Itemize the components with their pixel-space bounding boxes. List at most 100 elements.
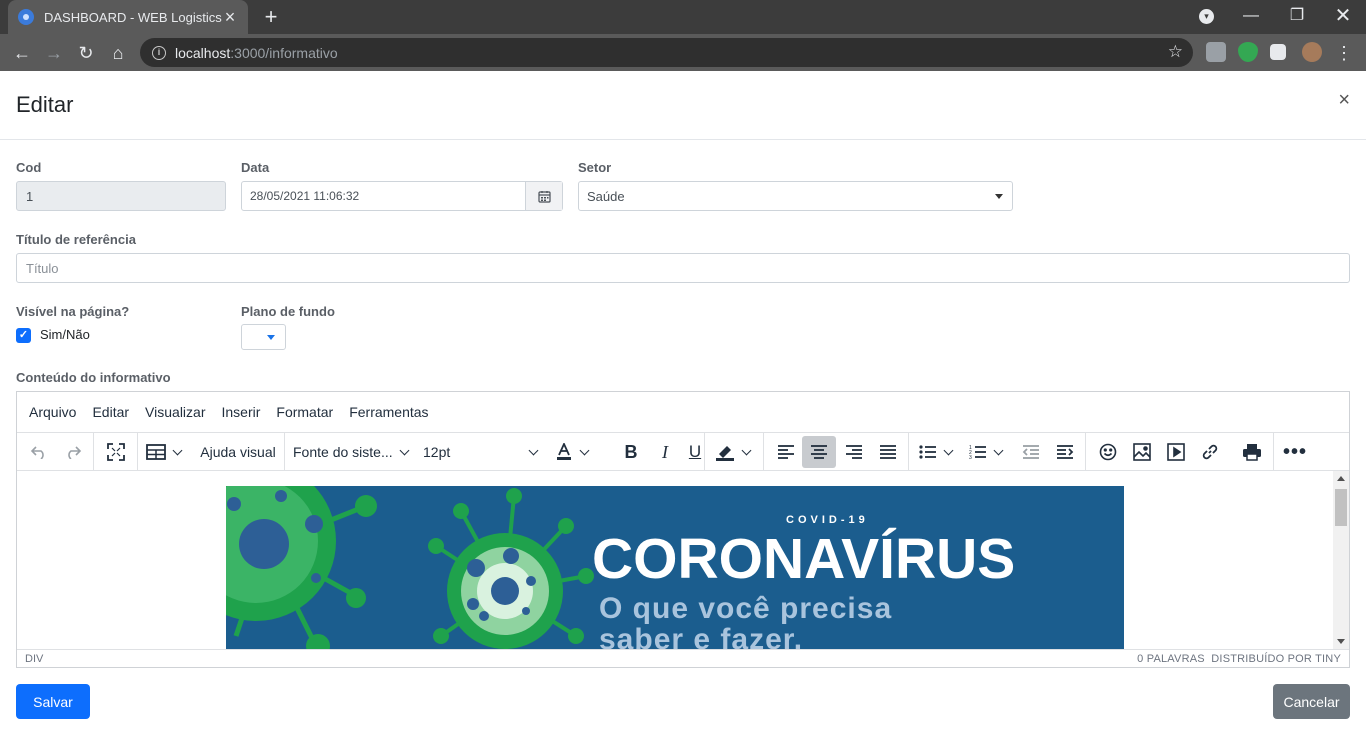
setor-value: Saúde — [587, 188, 625, 204]
date-field[interactable]: 28/05/2021 11:06:32 — [241, 181, 563, 211]
menu-editar[interactable]: Editar — [92, 404, 129, 420]
editor-content[interactable]: COVID-19 CORONAVÍRUS O que você precisa … — [17, 471, 1334, 649]
undo-icon[interactable] — [25, 436, 53, 468]
align-right-icon[interactable] — [840, 436, 868, 468]
shield-extension-icon[interactable] — [1238, 42, 1258, 62]
chevron-down-icon — [528, 445, 539, 455]
underline-icon[interactable]: U — [685, 436, 705, 468]
cod-label: Cod — [16, 160, 42, 175]
calendar-icon — [537, 190, 551, 203]
word-count-branding: 0 PALAVRAS DISTRIBUÍDO POR TINY — [1137, 653, 1341, 665]
banner-subtitle-2: saber e fazer. — [599, 623, 803, 649]
window-close-icon[interactable]: ✕ — [1320, 0, 1366, 34]
banner-headline: CORONAVÍRUS — [592, 527, 1015, 591]
align-left-icon[interactable] — [772, 436, 800, 468]
table-button[interactable] — [146, 436, 186, 468]
background-color-picker[interactable] — [241, 324, 286, 350]
url-path: :3000/informativo — [230, 44, 338, 61]
address-bar[interactable]: i localhost:3000/informativo ☆ — [140, 38, 1193, 67]
visual-aid-button[interactable]: Ajuda visual — [197, 436, 279, 468]
chevron-down-icon — [993, 445, 1004, 455]
link-icon[interactable] — [1196, 436, 1224, 468]
tab-close-icon[interactable]: × — [222, 8, 238, 26]
bookmark-star-icon[interactable]: ☆ — [1168, 42, 1183, 62]
visivel-label: Visível na página? — [16, 304, 130, 319]
camera-extension-icon[interactable] — [1206, 42, 1226, 62]
print-icon[interactable] — [1238, 436, 1266, 468]
new-tab-icon[interactable]: + — [258, 4, 284, 30]
save-button[interactable]: Salvar — [16, 684, 90, 719]
rich-text-editor: Arquivo Editar Visualizar Inserir Format… — [16, 391, 1350, 668]
plano-label: Plano de fundo — [241, 304, 335, 319]
media-icon[interactable] — [1162, 436, 1190, 468]
bullet-list-button[interactable] — [919, 436, 963, 468]
minimize-icon[interactable]: — — [1228, 0, 1274, 34]
editor-statusbar: DIV 0 PALAVRAS DISTRIBUÍDO POR TINY — [17, 649, 1349, 668]
covid-illustration: COVID-19 CORONAVÍRUS O que você precisa … — [226, 486, 1015, 649]
menu-inserir[interactable]: Inserir — [221, 404, 260, 420]
modal-close-icon[interactable]: × — [1338, 89, 1350, 112]
element-path[interactable]: DIV — [25, 653, 43, 665]
coronavirus-banner-image: COVID-19 CORONAVÍRUS O que você precisa … — [226, 486, 1124, 649]
text-color-button[interactable] — [555, 436, 599, 468]
visivel-checkbox[interactable]: ✓ — [16, 328, 31, 343]
font-family-select[interactable]: Fonte do siste... — [293, 436, 418, 468]
menu-arquivo[interactable]: Arquivo — [29, 404, 76, 420]
extensions-puzzle-icon[interactable] — [1270, 44, 1286, 60]
indent-icon[interactable] — [1051, 436, 1079, 468]
restore-icon[interactable]: ❐ — [1274, 0, 1320, 34]
align-justify-icon[interactable] — [874, 436, 902, 468]
editor-menubar: Arquivo Editar Visualizar Inserir Format… — [17, 392, 1349, 432]
avatar[interactable] — [1302, 42, 1322, 62]
setor-select[interactable]: Saúde — [578, 181, 1013, 211]
site-info-icon[interactable]: i — [152, 45, 166, 60]
back-icon[interactable]: ← — [8, 39, 36, 67]
editor-toolbar: Ajuda visual Fonte do siste... 12pt B I … — [17, 432, 1349, 471]
more-icon[interactable]: ••• — [1281, 436, 1309, 468]
numbered-list-button[interactable]: 123 — [969, 436, 1013, 468]
forward-icon[interactable]: → — [40, 39, 68, 67]
tab-title: DASHBOARD - WEB Logistics — [44, 9, 222, 25]
home-icon[interactable]: ⌂ — [104, 39, 132, 67]
menu-visualizar[interactable]: Visualizar — [145, 404, 205, 420]
fullscreen-icon[interactable] — [102, 436, 130, 468]
emoji-icon[interactable] — [1094, 436, 1122, 468]
editor-scrollbar[interactable] — [1333, 471, 1349, 649]
page: Editar × Cod 1 Data 28/05/2021 11:06:32 … — [0, 71, 1366, 737]
titulo-input[interactable]: Título — [16, 253, 1350, 283]
font-family-value: Fonte do siste... — [293, 444, 393, 460]
svg-text:3: 3 — [969, 455, 972, 460]
toolbar-divider — [1273, 433, 1274, 471]
chevron-down-icon — [943, 445, 954, 455]
font-size-value: 12pt — [423, 444, 451, 460]
scrollbar-thumb[interactable] — [1335, 489, 1347, 526]
cancel-button[interactable]: Cancelar — [1273, 684, 1350, 719]
font-size-select[interactable]: 12pt — [423, 436, 543, 468]
scroll-down-icon[interactable] — [1337, 639, 1345, 644]
align-center-icon[interactable] — [802, 436, 836, 468]
chrome-menu-icon[interactable]: ⋮ — [1330, 39, 1358, 67]
reload-icon[interactable]: ↻ — [72, 39, 100, 67]
outdent-icon[interactable] — [1017, 436, 1045, 468]
url-host: localhost — [175, 44, 231, 61]
conteudo-label: Conteúdo do informativo — [16, 370, 171, 385]
bold-icon[interactable]: B — [617, 436, 645, 468]
visivel-checkbox-label: Sim/Não — [40, 327, 90, 342]
menu-formatar[interactable]: Formatar — [276, 404, 333, 420]
tab-search-icon[interactable]: ▾ — [1199, 9, 1214, 24]
italic-icon[interactable]: I — [651, 436, 679, 468]
browser-toolbar: ← → ↻ ⌂ i localhost:3000/informativo ☆ ⋮ — [0, 34, 1366, 71]
calendar-button[interactable] — [525, 182, 562, 210]
image-icon[interactable] — [1128, 436, 1156, 468]
browser-tab[interactable]: DASHBOARD - WEB Logistics × — [8, 0, 248, 34]
align-group — [764, 433, 909, 471]
bullet-list-icon — [919, 445, 936, 459]
highlight-button[interactable] — [715, 436, 759, 468]
browser-tabbar: DASHBOARD - WEB Logistics × + ▾ — ❐ ✕ — [0, 0, 1366, 34]
favicon-icon — [18, 9, 34, 25]
data-label: Data — [241, 160, 270, 175]
menu-ferramentas[interactable]: Ferramentas — [349, 404, 428, 420]
redo-icon[interactable] — [59, 436, 87, 468]
scroll-up-icon[interactable] — [1337, 476, 1345, 481]
list-group: 123 — [909, 433, 1086, 471]
